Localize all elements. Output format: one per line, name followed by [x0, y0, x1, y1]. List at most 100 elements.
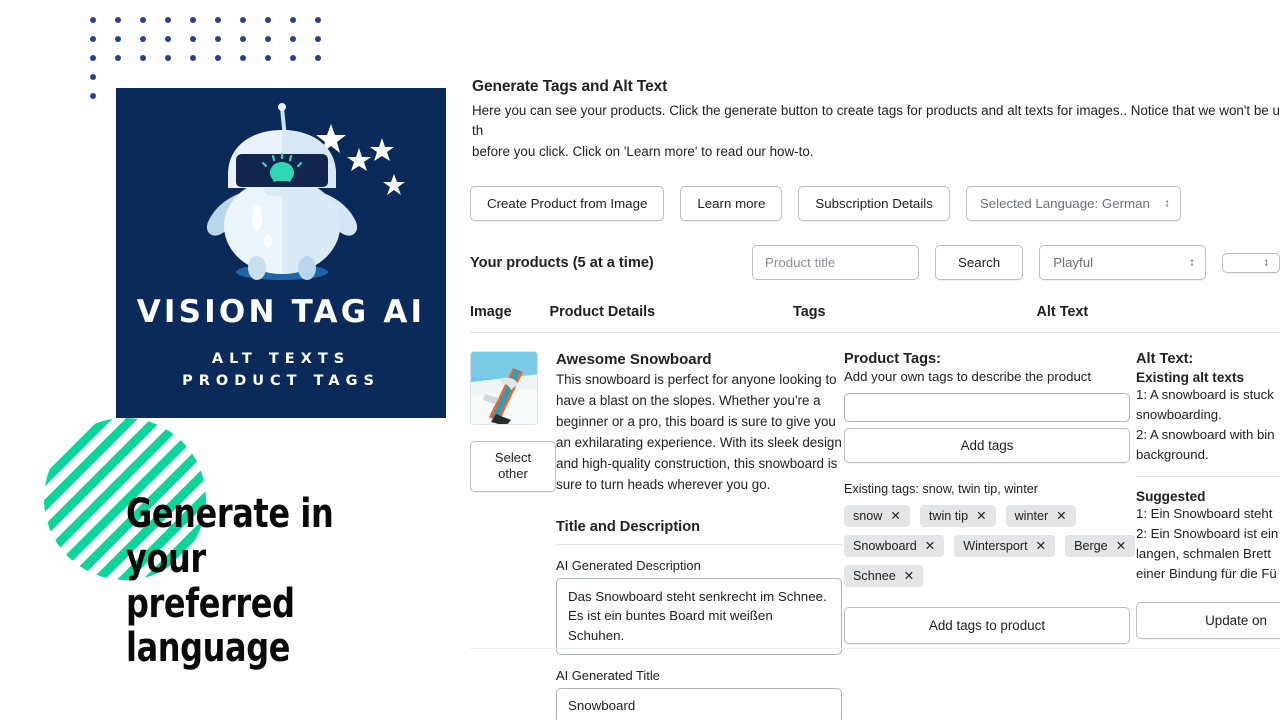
dot-decoration: [263, 31, 288, 50]
dot-decoration: [88, 12, 113, 31]
tag-chip-list: snow ✕ twin tip ✕ winter ✕ Snowboard ✕ Winterspo…: [844, 505, 1136, 588]
tag-input[interactable]: [844, 393, 1130, 423]
action-button-row: Create Product from Image Learn more Sub…: [470, 186, 1280, 222]
dot-decoration: [113, 12, 138, 31]
products-heading: Your products (5 at a time): [470, 254, 654, 271]
dot-decoration: [288, 50, 313, 69]
column-header-details: Product Details: [549, 304, 656, 321]
dot-decoration: [88, 50, 113, 69]
page-title: Generate Tags and Alt Text: [472, 78, 668, 95]
dot-decoration: [138, 31, 163, 50]
search-button[interactable]: Search: [935, 245, 1024, 281]
tag-chip[interactable]: Berge ✕: [1065, 535, 1136, 558]
page-description: Here you can see your products. Click th…: [472, 103, 1280, 159]
chevron-updown-icon: ↕: [1164, 197, 1170, 210]
close-icon[interactable]: ✕: [925, 540, 935, 553]
dot-decoration: [113, 31, 138, 50]
product-title: Awesome Snowboard: [556, 351, 712, 369]
dot-decoration: [288, 12, 313, 31]
dot-decoration: [213, 69, 238, 88]
tone-select[interactable]: Playful ↕: [1039, 245, 1206, 281]
dot-decoration: [163, 50, 188, 69]
tag-chip[interactable]: snow ✕: [844, 505, 910, 528]
dot-decoration: [188, 31, 213, 50]
tagline-line2: preferred language: [126, 580, 295, 672]
dot-decoration: [213, 50, 238, 69]
existing-alt-heading: Existing alt texts: [1136, 370, 1245, 386]
robot-mascot-icon: [116, 96, 446, 286]
close-icon[interactable]: ✕: [976, 510, 986, 523]
learn-more-button[interactable]: Learn more: [680, 186, 783, 222]
dot-decoration: [113, 50, 138, 69]
dot-decoration: [138, 50, 163, 69]
dot-decoration: [113, 69, 138, 88]
tag-chip-label: Schnee: [853, 569, 896, 584]
language-select-label: Selected Language: German: [979, 196, 1150, 212]
search-input[interactable]: Product title: [752, 245, 920, 281]
tag-chip-label: Snowboard: [853, 539, 917, 554]
close-icon[interactable]: ✕: [890, 510, 900, 523]
dot-decoration: [213, 31, 238, 50]
ai-title-input[interactable]: Snowboard: [556, 687, 842, 720]
dot-decoration: [238, 50, 263, 69]
add-tags-button[interactable]: Add tags: [844, 428, 1130, 464]
alt-text-heading: Alt Text:: [1136, 351, 1194, 368]
dot-decoration: [163, 69, 188, 88]
subscription-details-button[interactable]: Subscription Details: [798, 186, 950, 222]
logo-subtitle-line1: ALT TEXTS: [211, 351, 351, 367]
product-tags-subheading: Add your own tags to describe the produc…: [844, 369, 1092, 385]
ai-description-label: AI Generated Description: [556, 557, 701, 573]
add-tags-to-product-button[interactable]: Add tags to product: [844, 607, 1130, 645]
dot-decoration: [188, 69, 213, 88]
tag-chip[interactable]: Schnee ✕: [844, 565, 924, 588]
chevron-updown-icon: ↕: [1189, 256, 1195, 269]
tag-chip[interactable]: Wintersport ✕: [954, 535, 1056, 558]
dot-decoration: [238, 12, 263, 31]
tag-chip[interactable]: Snowboard ✕: [844, 535, 945, 558]
product-thumbnail[interactable]: [470, 351, 538, 426]
dot-decoration: [313, 69, 338, 88]
column-header-alt: Alt Text: [1036, 304, 1089, 321]
tag-chip[interactable]: winter ✕: [1005, 505, 1076, 528]
table-column-headers: Image Product Details Tags Alt Text: [470, 304, 1280, 334]
dot-decoration: [188, 50, 213, 69]
dot-decoration: [313, 12, 338, 31]
tone-select-value: Playful: [1053, 255, 1094, 271]
app-panel: Generate Tags and Alt Text Here you can …: [470, 0, 1280, 720]
extra-select[interactable]: ↕: [1221, 252, 1280, 273]
update-alt-text-button[interactable]: Update on: [1136, 601, 1280, 639]
select-other-button[interactable]: Select other: [470, 441, 556, 492]
divider: [1136, 476, 1280, 478]
cell-alt-text: Alt Text: Existing alt texts 1: A snowbo…: [1136, 351, 1280, 720]
title-and-description-heading: Title and Description: [556, 518, 701, 535]
dot-row: [88, 69, 338, 88]
close-icon[interactable]: ✕: [1036, 540, 1046, 553]
tag-chip[interactable]: twin tip ✕: [919, 505, 996, 528]
promo-tagline: Generate in your preferred language: [126, 492, 414, 671]
dot-decoration: [288, 31, 313, 50]
select-other-line1: Select: [494, 450, 532, 466]
column-header-tags: Tags: [793, 304, 826, 321]
divider: [556, 543, 842, 545]
close-icon[interactable]: ✕: [904, 570, 914, 583]
dot-decoration: [138, 69, 163, 88]
tagline-line1: Generate in your: [126, 491, 334, 582]
select-other-line2: other: [498, 466, 528, 482]
language-select[interactable]: Selected Language: German ↕: [965, 186, 1181, 222]
cell-tags: Product Tags: Add your own tags to descr…: [844, 351, 1136, 720]
tag-chip-label: twin tip: [928, 509, 969, 524]
dot-decoration: [263, 69, 288, 88]
ai-description-textarea[interactable]: Das Snowboard steht senkrecht im Schnee.…: [556, 577, 842, 655]
ai-title-label: AI Generated Title: [556, 667, 660, 683]
cell-image: Select other: [470, 351, 556, 720]
table-row: Select other Awesome Snowboard This snow…: [470, 333, 1280, 720]
create-product-from-image-button[interactable]: Create Product from Image: [470, 186, 665, 222]
close-icon[interactable]: ✕: [1056, 510, 1066, 523]
dot-decoration: [213, 12, 238, 31]
column-header-image: Image: [470, 304, 512, 321]
logo-subtitle: ALT TEXTS PRODUCT TAGS: [116, 348, 446, 393]
close-icon[interactable]: ✕: [1116, 540, 1126, 553]
app-screenshot: VISION TAG AI ALT TEXTS PRODUCT TAGS Gen…: [0, 0, 1280, 720]
dot-decoration: [88, 69, 113, 88]
dot-decoration: [288, 69, 313, 88]
